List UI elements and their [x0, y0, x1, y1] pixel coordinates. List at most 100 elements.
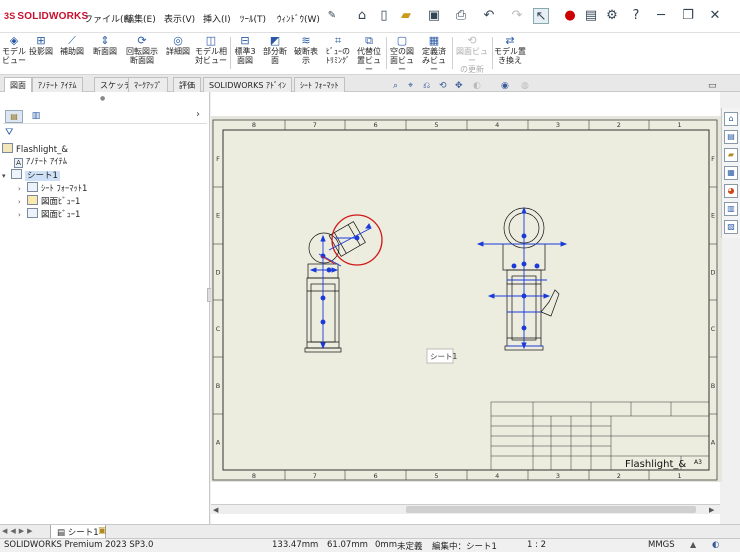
zone-column-label: 5: [434, 121, 438, 129]
revolved-section-button[interactable]: ⟳ 回転図示 断面図: [123, 34, 161, 72]
zoom-to-fit-icon[interactable]: ⌕: [393, 81, 398, 91]
status-x-coord: 133.47mm: [272, 540, 319, 550]
new-document-icon[interactable]: ▯: [376, 8, 392, 24]
status-help-icon[interactable]: ◐: [712, 540, 719, 550]
graphics-area[interactable]: ⌕ ⌖ ⎌ ⟲ ✥ ◐ ◉ ◍ ▭ 8 8 7 7 6 6 5 5 4 4 3 3 2 2 1 1 F F E E D…: [211, 81, 722, 524]
solidworks-forum-icon[interactable]: ▧: [724, 220, 738, 234]
crop-view-button[interactable]: ⌗ ﾋﾞｭｰの ﾄﾘﾐﾝｸﾞ: [323, 34, 353, 72]
tree-drawing-view-2[interactable]: › 図面ﾋﾞｭｰ1: [2, 208, 206, 221]
add-sheet-icon[interactable]: ▣: [98, 526, 107, 536]
menu-insert[interactable]: 挿入(I): [203, 12, 231, 25]
drawing-sheet[interactable]: 8877665544332211 F FE ED DC CB BA A シート1…: [211, 116, 722, 482]
rebuild-icon[interactable]: ●: [562, 8, 578, 24]
status-y-coord: 61.07mm: [327, 540, 368, 550]
sheet-nav-arrows-icon[interactable]: ◀◀▶▶: [2, 527, 36, 535]
scene-icon[interactable]: ◍: [521, 81, 529, 91]
rotate-view-icon[interactable]: ⟲: [439, 81, 447, 91]
status-scale[interactable]: 1 : 2: [527, 540, 546, 550]
view-palette-icon[interactable]: ▦: [724, 166, 738, 180]
zoom-area-icon[interactable]: ⌖: [408, 81, 413, 91]
tree-sheet[interactable]: ▾ シート1: [2, 169, 206, 182]
minimize-icon[interactable]: ─: [653, 8, 669, 24]
help-icon[interactable]: ?: [628, 8, 644, 24]
zone-column-label: 8: [252, 121, 256, 129]
tree-root[interactable]: Flashlight_&: [2, 143, 206, 156]
close-icon[interactable]: ✕: [707, 8, 723, 24]
sheet-tab-icon: ▤: [57, 528, 66, 538]
menu-tools[interactable]: ﾂｰﾙ(T): [240, 12, 266, 25]
tree-annotations[interactable]: A ｱﾉﾃｰﾄ ｱｲﾃﾑ: [2, 156, 206, 169]
status-units[interactable]: MMGS: [648, 540, 675, 550]
custom-properties-icon[interactable]: ▥: [724, 202, 738, 216]
menu-view[interactable]: 表示(V): [164, 12, 195, 25]
tab-annotation[interactable]: ｱﾉﾃｰﾄ ｱｲﾃﾑ: [32, 77, 83, 92]
solidworks-logo[interactable]: 3S SOLIDWORKS: [4, 11, 88, 22]
horizontal-scroll-thumb[interactable]: [406, 506, 696, 513]
menu-edit[interactable]: 編集(E): [125, 12, 156, 25]
model-view-button[interactable]: ◈ モデル ビュー: [2, 34, 26, 72]
options-gear-icon[interactable]: ⚙: [604, 8, 620, 24]
menu-window[interactable]: ｳｨﾝﾄﾞｳ(W): [277, 12, 320, 25]
chevron-right-icon[interactable]: ›: [196, 109, 200, 120]
projected-view-button[interactable]: ⊞ 投影図: [28, 34, 54, 72]
update-views-button[interactable]: ⟲ 図面ビュー の更新: [454, 34, 490, 74]
broken-out-section-button[interactable]: ◩ 部分断面: [261, 34, 289, 72]
panel-collapse-handle[interactable]: ●: [100, 95, 105, 102]
solidworks-resources-icon[interactable]: ⌂: [724, 112, 738, 126]
horizontal-scrollbar[interactable]: ◀ ▶: [211, 504, 720, 514]
pan-icon[interactable]: ✥: [455, 81, 463, 91]
design-library-icon[interactable]: ▤: [724, 130, 738, 144]
menu-bar: 3S SOLIDWORKS ファイル(F) 編集(E) 表示(V) 挿入(I) ﾂ…: [0, 0, 740, 33]
property-manager-tab-icon[interactable]: ▥: [27, 110, 45, 123]
undo-icon[interactable]: ↶: [481, 8, 497, 24]
tree-sheet-format[interactable]: › ｼｰﾄ ﾌｫｰﾏｯﾄ1: [2, 182, 206, 195]
sheet-format-icon: [27, 182, 38, 192]
break-view-button[interactable]: ≋ 破断表示: [292, 34, 320, 72]
tab-addins[interactable]: SOLIDWORKS ｱﾄﾞｲﾝ: [203, 77, 292, 92]
replace-model-button[interactable]: ⇄ モデル置 き換え: [494, 34, 526, 72]
standard-3-view-button[interactable]: ⊟ 標準3 面図: [232, 34, 258, 72]
collapse-arrow-icon[interactable]: ▾: [2, 170, 11, 183]
feature-tree: Flashlight_& A ｱﾉﾃｰﾄ ｱｲﾃﾑ ▾ シート1 › ｼｰﾄ ﾌｫｰﾏ…: [2, 143, 206, 221]
empty-view-button[interactable]: ▢ 空の図 面ビュー: [388, 34, 416, 74]
section-view-button[interactable]: ⇕ 断面図: [90, 34, 120, 72]
tab-drawing[interactable]: 図面: [4, 77, 32, 92]
filter-icon[interactable]: ⛛: [5, 127, 13, 138]
broken-out-section-icon: ◩: [269, 34, 281, 47]
tab-markup[interactable]: ﾏｰｸｱｯﾌﾟ: [128, 77, 168, 92]
tree-drawing-view-1[interactable]: › 図面ﾋﾞｭｰ1: [2, 195, 206, 208]
scroll-right-icon[interactable]: ▶: [709, 506, 714, 514]
restore-icon[interactable]: ❐: [680, 8, 696, 24]
appearances-icon[interactable]: ◕: [724, 184, 738, 198]
sheet-inner-border: [222, 129, 710, 471]
tab-sheet-format[interactable]: ｼｰﾄ ﾌｫｰﾏｯﾄ: [294, 77, 345, 92]
status-units-arrow-icon[interactable]: ▲: [690, 540, 696, 549]
home-icon[interactable]: ⌂: [354, 8, 370, 24]
print-icon[interactable]: ⎙: [453, 8, 469, 24]
save-icon[interactable]: ▣: [426, 8, 442, 24]
previous-view-icon[interactable]: ⎌: [423, 81, 430, 91]
predefined-view-button[interactable]: ▦ 定義済 みビュー: [419, 34, 449, 74]
zone-column-label: 2: [617, 121, 621, 129]
file-properties-icon[interactable]: ▤: [583, 8, 599, 24]
drawing-doc-icon: [2, 143, 13, 153]
scroll-left-icon[interactable]: ◀: [213, 506, 218, 514]
file-explorer-icon[interactable]: ▰: [724, 148, 738, 162]
select-cursor-icon[interactable]: ↖: [533, 8, 549, 24]
display-style-icon[interactable]: ◐: [473, 81, 481, 91]
sheet-icon: [11, 169, 22, 179]
open-folder-icon[interactable]: ▰: [398, 8, 414, 24]
section-view-icon: ⇕: [100, 34, 110, 47]
expand-arrow-icon[interactable]: ›: [18, 209, 27, 222]
detail-view-button[interactable]: ◎ 詳細図: [164, 34, 192, 72]
redo-icon[interactable]: ↷: [509, 8, 525, 24]
auxiliary-view-button[interactable]: ⟋ 補助図: [58, 34, 86, 72]
pin-icon[interactable]: ✎: [324, 8, 340, 24]
graphics-maximize-icon[interactable]: ▭: [708, 81, 717, 91]
relative-view-button[interactable]: ◫ モデル相 対ビュー: [194, 34, 228, 72]
alternate-position-button[interactable]: ⧉ 代替位 置ビュー: [355, 34, 383, 74]
hide-show-items-icon[interactable]: ◉: [501, 81, 509, 91]
tab-evaluate[interactable]: 評価: [173, 77, 201, 92]
feature-tree-tab-icon[interactable]: ▤: [5, 110, 23, 123]
zone-row-label: A: [711, 439, 716, 447]
